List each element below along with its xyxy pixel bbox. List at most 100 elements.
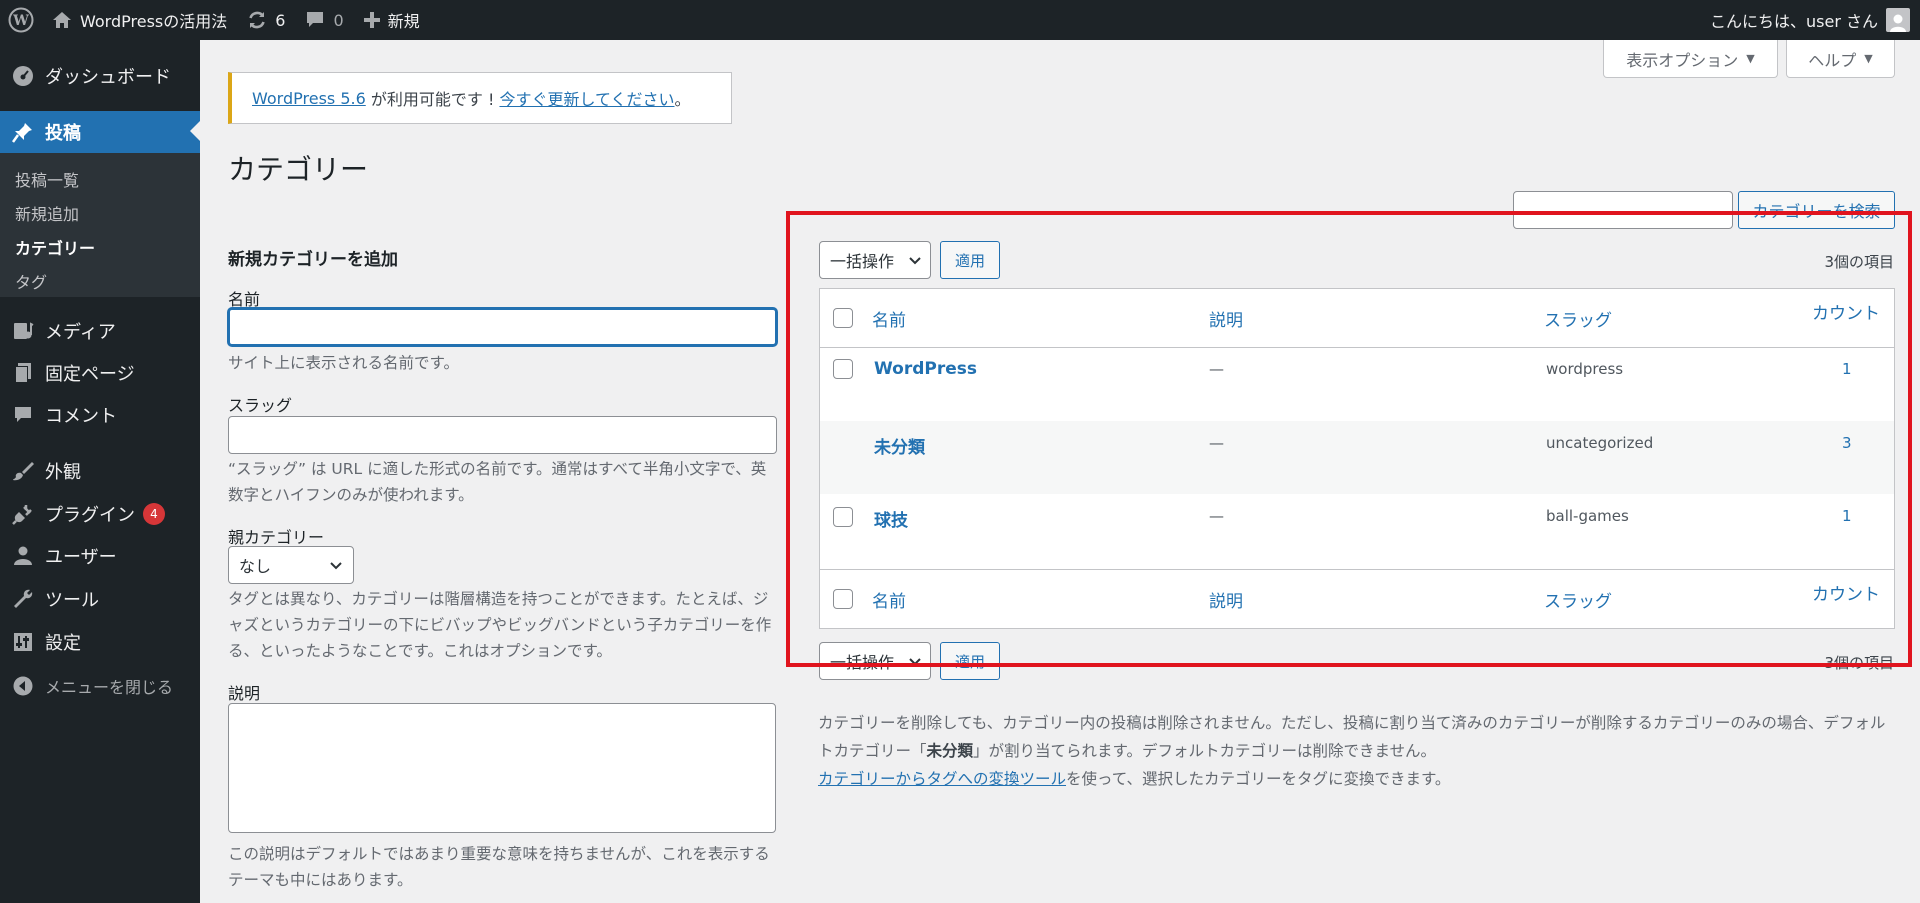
menu-appearance[interactable]: 外観 (0, 451, 200, 491)
menu-appearance-label: 外観 (45, 462, 81, 483)
paintbrush-icon (11, 459, 35, 483)
bulk-action-label: 一括操作 (830, 653, 895, 672)
menu-settings[interactable]: 設定 (0, 622, 200, 662)
menu-dashboard[interactable]: ダッシュボード (0, 56, 200, 96)
column-description-footer[interactable]: 説明 (1209, 587, 1243, 612)
avatar (1886, 8, 1910, 32)
column-description[interactable]: 説明 (1209, 306, 1243, 331)
category-count-link[interactable]: 3 (1842, 434, 1852, 452)
row-checkbox[interactable] (833, 507, 853, 527)
plus-icon (363, 12, 380, 28)
menu-comments[interactable]: コメント (0, 395, 200, 435)
column-count[interactable]: カウント (1812, 299, 1880, 324)
name-description: サイト上に表示される名前です。 (228, 354, 459, 372)
select-all-checkbox-footer[interactable] (833, 589, 853, 609)
slug-description: “スラッグ” は URL に適した形式の名前です。通常はすべて半角小文字で、英数… (228, 460, 767, 504)
user-icon (11, 544, 35, 568)
category-slug: ball-games (1546, 507, 1629, 525)
menu-media-label: メディア (45, 322, 116, 343)
media-icon (11, 319, 35, 343)
category-count-link[interactable]: 1 (1842, 507, 1852, 525)
svg-text:W: W (12, 13, 29, 29)
apply-button-top[interactable]: 適用 (940, 241, 1000, 279)
comments-link[interactable]: 0 (295, 0, 353, 40)
select-all-checkbox[interactable] (833, 308, 853, 328)
category-name-link[interactable]: WordPress (874, 359, 977, 379)
bulk-action-label: 一括操作 (830, 252, 895, 271)
table-row: 未分類 — uncategorized 3 (820, 421, 1894, 494)
menu-media[interactable]: メディア (0, 311, 200, 351)
category-count-link[interactable]: 1 (1842, 360, 1852, 378)
update-now-link[interactable]: 今すぐ更新してください (499, 86, 674, 110)
menu-users-label: ユーザー (45, 547, 117, 568)
table-footer-row: 名前 説明 スラッグ カウント (820, 569, 1894, 628)
name-field[interactable] (228, 308, 777, 346)
menu-pages[interactable]: 固定ページ (0, 353, 200, 393)
parent-category-value: なし (239, 557, 272, 576)
submenu-all-posts[interactable]: 投稿一覧 (15, 167, 79, 191)
screen-options-label: 表示オプション (1626, 50, 1739, 70)
column-slug[interactable]: スラッグ (1544, 306, 1612, 331)
menu-settings-label: 設定 (45, 633, 81, 654)
menu-tools[interactable]: ツール (0, 579, 200, 619)
comments-icon (11, 403, 35, 427)
category-description: — (1209, 434, 1224, 452)
screen-options-button[interactable]: 表示オプション ▼ (1603, 40, 1778, 78)
site-name-link[interactable]: WordPressの活用法 (42, 0, 237, 40)
site-name: WordPressの活用法 (80, 12, 228, 31)
category-name-link[interactable]: 球技 (874, 506, 908, 531)
updates-link[interactable]: 6 (237, 0, 295, 40)
slug-field[interactable] (228, 416, 777, 454)
help-button[interactable]: ヘルプ ▼ (1786, 40, 1895, 78)
parent-category-select[interactable]: なし (228, 546, 354, 584)
parent-category-label: 親カテゴリー (228, 528, 325, 547)
converter-note-text: を使って、選択したカテゴリーをタグに変換できます。 (1066, 770, 1451, 788)
greeting: こんにちは、user さん (1710, 12, 1878, 31)
column-count-footer[interactable]: カウント (1812, 580, 1880, 605)
caret-down-icon: ▼ (1864, 52, 1873, 65)
collapse-menu-button[interactable]: メニューを閉じる (0, 666, 200, 706)
submenu-add-new[interactable]: 新規追加 (15, 201, 79, 225)
category-search-input[interactable] (1513, 191, 1733, 229)
description-label: 説明 (228, 684, 261, 703)
bulk-action-select-bottom[interactable]: 一括操作 (819, 642, 931, 680)
chevron-down-icon (908, 654, 922, 673)
category-slug: wordpress (1546, 360, 1624, 378)
chevron-down-icon (329, 558, 343, 577)
category-search-button[interactable]: カテゴリーを検索 (1738, 191, 1895, 229)
menu-users[interactable]: ユーザー (0, 536, 200, 576)
chevron-down-icon (908, 253, 922, 272)
form-heading: 新規カテゴリーを追加 (228, 250, 398, 270)
my-account[interactable]: こんにちは、user さん (1710, 0, 1920, 40)
notice-end: 。 (674, 90, 691, 109)
apply-button-bottom[interactable]: 適用 (940, 642, 1000, 680)
category-name-link[interactable]: 未分類 (874, 433, 925, 458)
menu-pages-label: 固定ページ (45, 364, 135, 385)
menu-tools-label: ツール (45, 590, 99, 611)
categories-table: 名前 説明 スラッグ カウント WordPress — wordpress 1 … (819, 288, 1895, 629)
submenu-categories[interactable]: カテゴリー (15, 235, 95, 259)
plug-icon (11, 502, 35, 526)
description-textarea[interactable] (228, 703, 776, 833)
caret-down-icon: ▼ (1746, 52, 1755, 65)
menu-posts[interactable]: 投稿 (0, 111, 200, 153)
new-content-link[interactable]: 新規 (354, 0, 430, 40)
row-checkbox[interactable] (833, 359, 853, 379)
bulk-action-select-top[interactable]: 一括操作 (819, 241, 931, 279)
items-count-bottom: 3個の項目 (1824, 654, 1894, 672)
column-name[interactable]: 名前 (872, 306, 906, 331)
comments-count: 0 (333, 10, 344, 30)
wordpress-logo-icon[interactable]: W (0, 0, 42, 40)
page-title: カテゴリー (228, 153, 369, 186)
category-tag-converter-link[interactable]: カテゴリーからタグへの変換ツール (818, 770, 1066, 788)
wordpress-version-link[interactable]: WordPress 5.6 (252, 89, 366, 108)
update-notice: WordPress 5.6 が利用可能です ! 今すぐ更新してください 。 (228, 72, 732, 124)
column-slug-footer[interactable]: スラッグ (1544, 587, 1612, 612)
name-label: 名前 (228, 290, 261, 309)
dashboard-gauge-icon (11, 64, 35, 88)
menu-plugins[interactable]: プラグイン 4 (0, 494, 200, 534)
submenu-tags[interactable]: タグ (15, 269, 47, 293)
column-name-footer[interactable]: 名前 (872, 587, 906, 612)
table-header-row: 名前 説明 スラッグ カウント (820, 289, 1894, 348)
menu-plugins-label: プラグイン (45, 505, 135, 526)
